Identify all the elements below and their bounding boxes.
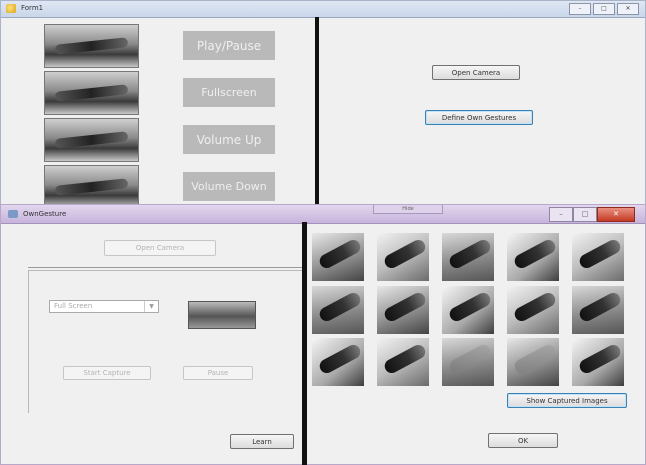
start-capture-button[interactable]: Start Capture	[63, 366, 151, 380]
show-captured-images-button[interactable]: Show Captured Images	[507, 393, 627, 408]
pause-button[interactable]: Pause	[183, 366, 253, 380]
dialog-open-camera-button[interactable]: Open Camera	[104, 240, 216, 256]
captured-thumbnail	[442, 286, 494, 334]
gesture-select-value: Full Screen	[54, 302, 93, 310]
owngesture-titlebar[interactable]: OwnGesture Hide – □ ✕	[1, 205, 645, 224]
hide-tab[interactable]: Hide	[373, 205, 443, 214]
captured-thumbnail	[312, 338, 364, 386]
learn-button[interactable]: Learn	[230, 434, 294, 449]
captured-thumbnail	[572, 286, 624, 334]
gesture-select[interactable]: Full Screen ▼	[49, 300, 159, 313]
maximize-icon[interactable]: □	[573, 207, 597, 222]
volume-down-button[interactable]: Volume Down	[183, 172, 275, 201]
captured-thumbnail	[507, 338, 559, 386]
captured-thumbnail	[377, 286, 429, 334]
capture-groupbox	[28, 270, 303, 413]
form1-window: Form1 – □ ✕ Play/Pause Fullscreen Volume…	[0, 0, 646, 213]
open-camera-button[interactable]: Open Camera	[432, 65, 520, 80]
dialog-splitter[interactable]	[302, 222, 307, 465]
ok-button[interactable]: OK	[488, 433, 558, 448]
camera-preview	[188, 301, 256, 329]
play-pause-button[interactable]: Play/Pause	[183, 31, 275, 60]
window-icon	[8, 210, 18, 218]
window-icon	[6, 4, 16, 13]
fullscreen-button[interactable]: Fullscreen	[183, 78, 275, 107]
captured-thumbnail	[442, 338, 494, 386]
chevron-down-icon[interactable]: ▼	[144, 301, 158, 312]
owngesture-title: OwnGesture	[23, 210, 67, 218]
gesture-image-4	[44, 165, 139, 209]
gesture-image-3	[44, 118, 139, 162]
captured-thumbnail	[312, 233, 364, 281]
splitter[interactable]	[315, 17, 319, 213]
group-divider	[28, 267, 304, 268]
form1-title: Form1	[21, 4, 44, 12]
captured-thumbnail	[312, 286, 364, 334]
define-own-gestures-button[interactable]: Define Own Gestures	[425, 110, 533, 125]
maximize-icon[interactable]: □	[593, 3, 615, 15]
captured-thumbnail	[572, 233, 624, 281]
close-icon[interactable]: ✕	[597, 207, 635, 222]
captured-thumbnail	[572, 338, 624, 386]
gesture-image-2	[44, 71, 139, 115]
form1-titlebar[interactable]: Form1 – □ ✕	[1, 1, 645, 18]
captured-thumbnail	[442, 233, 494, 281]
captured-thumbnail	[507, 233, 559, 281]
captured-thumbnail	[377, 338, 429, 386]
close-icon[interactable]: ✕	[617, 3, 639, 15]
captured-thumbnail	[507, 286, 559, 334]
minimize-icon[interactable]: –	[549, 207, 573, 222]
gesture-image-1	[44, 24, 139, 68]
volume-up-button[interactable]: Volume Up	[183, 125, 275, 154]
minimize-icon[interactable]: –	[569, 3, 591, 15]
captured-thumbnail	[377, 233, 429, 281]
